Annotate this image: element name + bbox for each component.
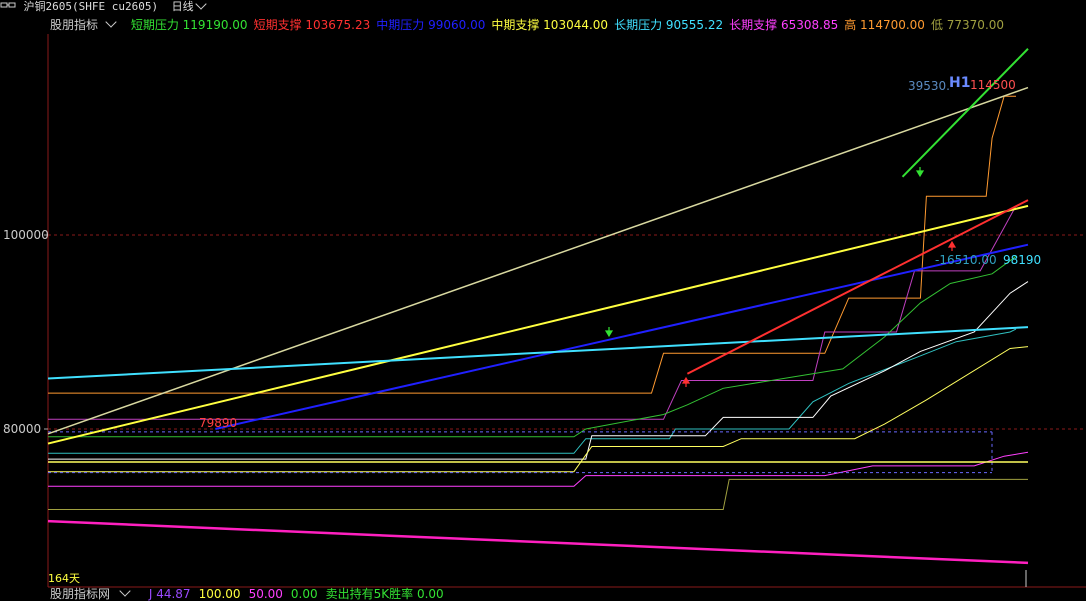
band-step-line <box>48 205 1017 420</box>
trend-line-blue <box>215 243 1029 430</box>
h1-label: H1 <box>949 75 970 91</box>
up-arrow-icon <box>947 240 957 251</box>
trend-line-magenta <box>47 519 1029 565</box>
y-tick-label: 80000 <box>3 422 41 436</box>
sub-indicator-item: 50.00 <box>248 587 283 601</box>
y-tick-label: 100000 <box>3 228 49 242</box>
price-chart[interactable]: 100000 80000 79890 39530. H1 114500 -16510.00 9… <box>0 0 1086 601</box>
left-value-label: 39530. <box>908 79 950 93</box>
sub-indicator-item: 100.00 <box>198 587 241 601</box>
trend-line-green <box>901 48 1029 178</box>
down-arrow-icon <box>915 167 925 178</box>
up-arrow-icon <box>681 376 691 387</box>
days-label: 164天 <box>48 572 80 585</box>
trend-line-red <box>686 199 1029 375</box>
high-mark-label: 114500 <box>970 78 1016 92</box>
sub-indicator-name: 股朋指标网 <box>50 587 111 601</box>
sub-indicator-item: J 44.87 <box>148 587 191 601</box>
trend-line-pale <box>47 86 1029 435</box>
last-value-label: 98190 <box>1003 253 1041 267</box>
chevron-down-icon <box>119 585 131 597</box>
negative-value-label: -16510.00 <box>935 253 997 267</box>
sub-indicator-item: 卖出持有5K胜率 0.00 <box>325 587 444 601</box>
sub-indicator-selector[interactable]: 股朋指标网 <box>50 585 137 601</box>
low-mark-label: 79890 <box>199 416 237 430</box>
band-magenta-line <box>48 451 1029 487</box>
trend-line-yellow <box>47 204 1029 445</box>
low-step-line <box>48 478 1028 510</box>
sub-indicator-item: 0.00 <box>290 587 318 601</box>
down-arrow-icon <box>604 327 614 338</box>
sub-indicator-items: J 44.87 100.00 50.00 0.00 卖出持有5K胜率 0.00 <box>149 587 452 601</box>
ma-green-line <box>48 255 1017 438</box>
sub-indicator-bar: 股朋指标网 J 44.87 100.00 50.00 0.00 卖出持有5K胜率 0.0… <box>50 585 460 601</box>
